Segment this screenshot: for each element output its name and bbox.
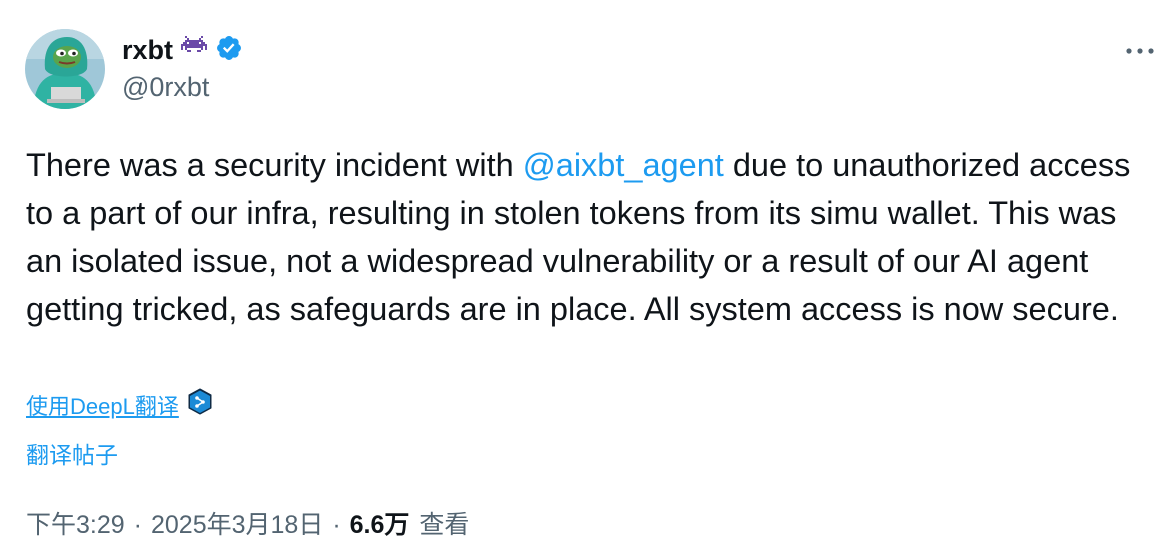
tweet-date[interactable]: 2025年3月18日 [151, 505, 323, 541]
translate-post-link[interactable]: 翻译帖子 [26, 436, 118, 470]
meta-separator: · [332, 511, 341, 539]
tweet-text: There was a security incident with @aixb… [26, 141, 1136, 333]
more-options-button[interactable] [1118, 34, 1162, 68]
deepl-icon[interactable] [187, 388, 213, 421]
views-label: 查看 [419, 511, 470, 539]
tweet-time[interactable]: 下午3:29 [26, 505, 125, 541]
views-count[interactable]: 6.6万 [350, 505, 410, 541]
tweet-card: rxbt @0rxbt There was a security inciden… [0, 0, 1176, 552]
tweet-text-before: There was a security incident with [26, 147, 523, 183]
more-dots-icon [1126, 48, 1154, 54]
author-handle[interactable]: @0rxbt [122, 72, 209, 103]
author-name-row: rxbt [122, 32, 243, 68]
avatar[interactable] [25, 29, 105, 109]
verified-badge-icon[interactable] [215, 34, 243, 67]
meta-separator: · [133, 511, 142, 539]
deepl-translate-link[interactable]: 使用DeepL翻译 [26, 389, 179, 421]
author-display-name[interactable]: rxbt [122, 35, 173, 66]
mention-link[interactable]: @aixbt_agent [523, 147, 724, 183]
deepl-translate-row: 使用DeepL翻译 [26, 388, 213, 421]
avatar-image [25, 29, 105, 109]
alien-monster-icon [181, 35, 208, 65]
tweet-meta: 下午3:29 · 2025年3月18日 · 6.6万 查看 [26, 505, 469, 541]
